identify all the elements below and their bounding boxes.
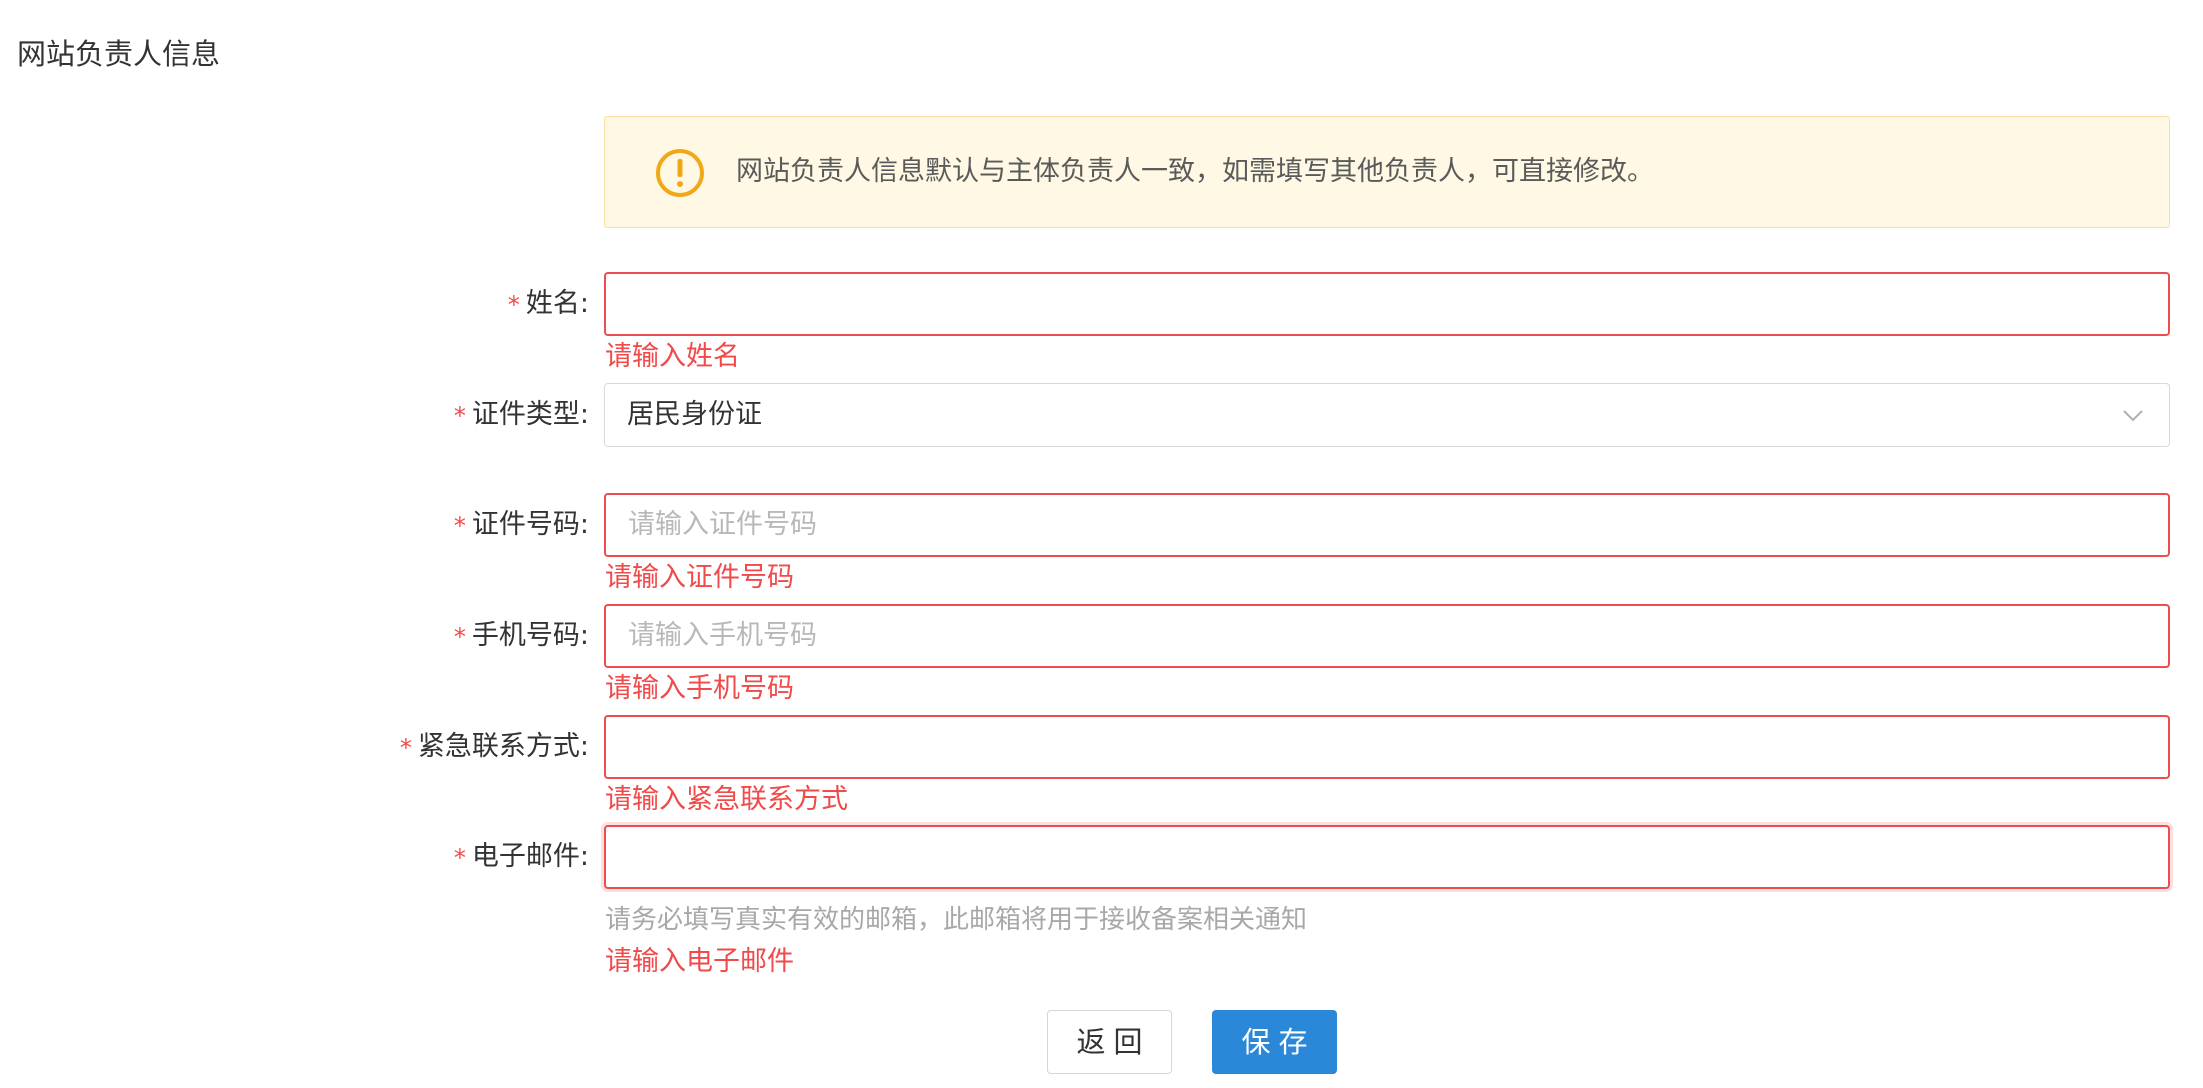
phone-error: 请输入手机号码 [605, 673, 794, 704]
save-button[interactable]: 保存 [1212, 1010, 1337, 1074]
back-button[interactable]: 返回 [1047, 1010, 1172, 1074]
warning-icon [656, 149, 704, 197]
email-error: 请输入电子邮件 [605, 946, 794, 977]
required-mark: * [453, 401, 466, 430]
required-mark: * [507, 290, 520, 319]
name-error: 请输入姓名 [605, 341, 740, 372]
id-number-label: * 证件号码: [453, 509, 589, 540]
name-input[interactable] [604, 272, 2170, 336]
emergency-input[interactable] [604, 715, 2170, 779]
required-mark: * [453, 843, 466, 872]
id-number-error: 请输入证件号码 [605, 562, 794, 593]
email-hint: 请务必填写真实有效的邮箱，此邮箱将用于接收备案相关通知 [605, 905, 1308, 935]
name-label: * 姓名: [507, 288, 589, 319]
id-number-placeholder: 请输入证件号码 [628, 509, 817, 540]
phone-input[interactable]: 请输入手机号码 [604, 604, 2170, 668]
required-mark: * [453, 622, 466, 651]
emergency-label: * 紧急联系方式: [399, 731, 589, 762]
id-type-select[interactable]: 居民身份证 [604, 383, 2170, 447]
phone-placeholder: 请输入手机号码 [628, 620, 817, 651]
id-type-label: * 证件类型: [453, 399, 589, 430]
chevron-down-icon [2123, 410, 2143, 422]
required-mark: * [399, 733, 412, 762]
id-type-value: 居民身份证 [627, 399, 762, 430]
phone-label: * 手机号码: [453, 620, 589, 651]
email-label: * 电子邮件: [453, 841, 589, 872]
email-input[interactable] [604, 825, 2170, 889]
section-title: 网站负责人信息 [17, 37, 221, 71]
notice-text: 网站负责人信息默认与主体负责人一致，如需填写其他负责人，可直接修改。 [736, 156, 1654, 187]
required-mark: * [453, 511, 466, 540]
responsible-person-form: 网站负责人信息 网站负责人信息默认与主体负责人一致，如需填写其他负责人，可直接修… [0, 0, 2203, 1088]
id-number-input[interactable]: 请输入证件号码 [604, 493, 2170, 557]
emergency-error: 请输入紧急联系方式 [605, 784, 848, 815]
info-notice: 网站负责人信息默认与主体负责人一致，如需填写其他负责人，可直接修改。 [604, 116, 2170, 228]
